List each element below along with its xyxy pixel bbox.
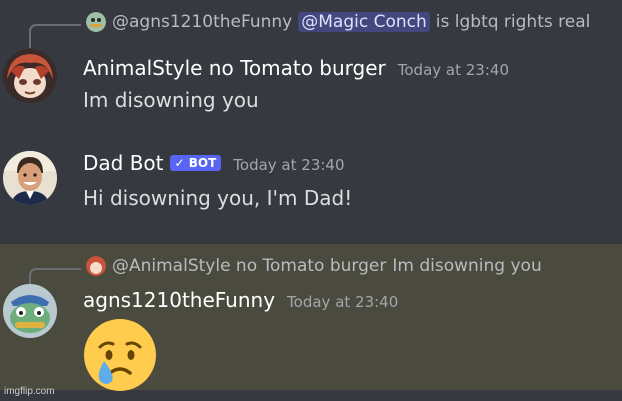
timestamp: Today at 23:40 <box>233 156 345 174</box>
reply-mention[interactable]: @Magic Conch <box>298 12 430 32</box>
message-content: Hi disowning you, I'm Dad! <box>83 186 353 210</box>
reply-connector <box>29 24 81 48</box>
dad-avatar-icon <box>3 151 57 205</box>
reply-author[interactable]: @agns1210theFunny <box>112 12 292 32</box>
sad-but-relieved-face-icon <box>84 319 156 391</box>
message-emoji <box>82 317 158 393</box>
username[interactable]: Dad Bot <box>83 151 164 175</box>
message-header: agns1210theFunny Today at 23:40 <box>83 288 398 312</box>
reply-avatar-icon <box>86 12 106 32</box>
message-1: @agns1210theFunny @Magic Conch is lgbtq … <box>0 0 622 118</box>
reply-author[interactable]: @AnimalStyle no Tomato burger <box>112 256 386 276</box>
timestamp: Today at 23:40 <box>287 293 399 311</box>
message-header: Dad Bot ✓ BOT Today at 23:40 <box>83 151 345 175</box>
reply-text: Im disowning you <box>392 256 542 276</box>
avatar[interactable] <box>3 151 57 205</box>
message-3: @AnimalStyle no Tomato burger Im disowni… <box>0 244 622 393</box>
message-content: Im disowning you <box>83 88 259 112</box>
frog-avatar-icon <box>3 284 57 338</box>
reply-avatar-icon <box>86 256 106 276</box>
message-2: Dad Bot ✓ BOT Today at 23:40 Hi disownin… <box>0 118 622 244</box>
reply-preview[interactable]: @AnimalStyle no Tomato burger Im disowni… <box>86 256 542 276</box>
reply-preview[interactable]: @agns1210theFunny @Magic Conch is lgbtq … <box>86 12 590 32</box>
avatar[interactable] <box>3 49 57 103</box>
username[interactable]: agns1210theFunny <box>83 288 275 312</box>
username[interactable]: AnimalStyle no Tomato burger <box>83 56 386 80</box>
avatar[interactable] <box>3 284 57 338</box>
message-header: AnimalStyle no Tomato burger Today at 23… <box>83 56 509 80</box>
bot-badge: ✓ BOT <box>169 155 222 171</box>
reply-text: is lgbtq rights real <box>435 12 591 32</box>
anime-avatar-icon <box>3 49 57 103</box>
timestamp: Today at 23:40 <box>397 61 509 79</box>
watermark: imgflip.com <box>4 386 55 397</box>
